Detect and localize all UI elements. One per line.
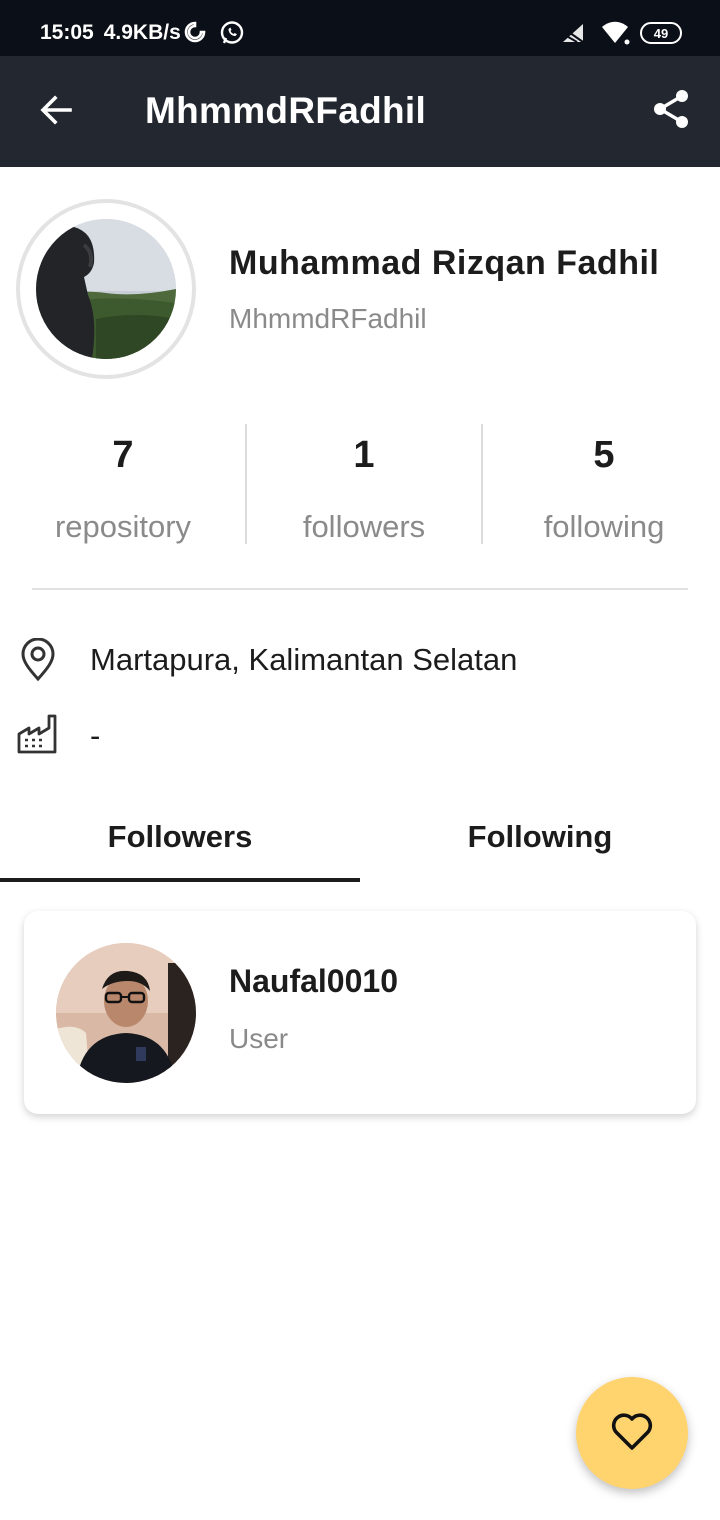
follower-login: Naufal0010 xyxy=(229,963,398,999)
location-text: Martapura, Kalimantan Selatan xyxy=(90,642,518,677)
profile-name: Muhammad Rizqan Fadhil xyxy=(229,244,660,282)
tab-indicator xyxy=(0,878,360,882)
avatar xyxy=(56,943,196,1083)
stat-label: following xyxy=(543,509,665,544)
status-bar: 15:05 4.9KB/s 49 xyxy=(0,0,720,56)
section-divider xyxy=(32,588,688,590)
signal-icon xyxy=(560,20,586,46)
app-bar: MhmmdRFadhil xyxy=(0,56,720,167)
data-saver-icon xyxy=(183,20,209,46)
back-button[interactable] xyxy=(34,90,78,134)
stats-row: 7 repository 1 followers 5 following xyxy=(0,424,720,544)
location-row: Martapura, Kalimantan Selatan xyxy=(16,638,517,682)
tab-label: Followers xyxy=(107,819,253,854)
follower-type: User xyxy=(229,1023,289,1054)
heart-outline-icon xyxy=(610,1411,654,1456)
status-left: 15:05 4.9KB/s xyxy=(40,20,245,46)
stat-following: 5 following xyxy=(482,424,720,544)
status-time: 15:05 xyxy=(40,21,94,44)
stat-value: 5 xyxy=(593,434,615,476)
whatsapp-icon xyxy=(219,20,245,46)
battery-icon: 49 xyxy=(640,22,682,44)
tab-followers[interactable]: Followers xyxy=(0,805,360,885)
status-net-speed: 4.9KB/s xyxy=(103,21,181,44)
wifi-icon xyxy=(600,20,630,46)
factory-icon xyxy=(16,712,60,756)
list-item[interactable]: Naufal0010 User xyxy=(24,911,696,1114)
tab-following[interactable]: Following xyxy=(360,805,720,885)
arrow-left-icon xyxy=(38,92,74,133)
profile-username: MhmmdRFadhil xyxy=(229,303,427,334)
stat-divider xyxy=(245,424,247,544)
company-text: - xyxy=(90,718,101,753)
share-icon xyxy=(651,88,691,135)
avatar xyxy=(36,219,176,359)
status-right: 49 xyxy=(560,20,682,46)
stat-value: 1 xyxy=(353,434,375,476)
stat-value: 7 xyxy=(112,434,134,476)
company-row: - xyxy=(16,712,100,756)
stat-repository: 7 repository xyxy=(0,424,246,544)
tab-label: Following xyxy=(467,819,613,854)
location-pin-icon xyxy=(16,638,60,682)
stat-label: repository xyxy=(54,509,192,544)
favorite-button[interactable] xyxy=(576,1377,688,1489)
page-title: MhmmdRFadhil xyxy=(145,90,427,131)
share-button[interactable] xyxy=(648,88,694,134)
stat-divider xyxy=(481,424,483,544)
stat-label: followers xyxy=(302,509,426,544)
stat-followers: 1 followers xyxy=(246,424,482,544)
